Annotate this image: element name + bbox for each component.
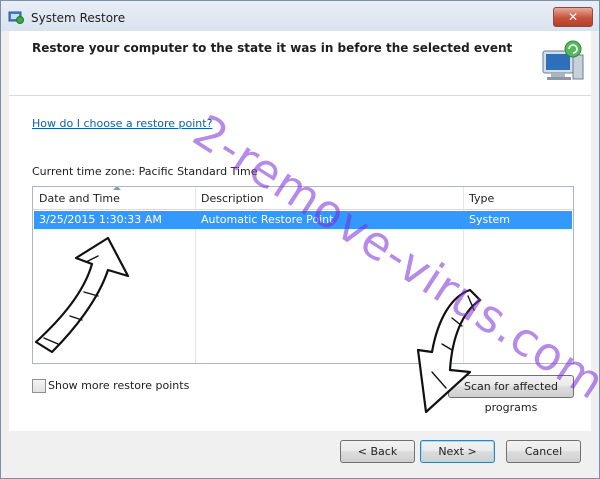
content-panel: How do I choose a restore point? Current…: [9, 96, 591, 431]
table-header: Date and Time Description Type: [33, 187, 573, 210]
column-date-and-time[interactable]: Date and Time: [39, 192, 120, 205]
show-more-checkbox[interactable]: [32, 379, 46, 393]
row-description: Automatic Restore Point: [201, 213, 334, 226]
column-type[interactable]: Type: [469, 192, 494, 205]
system-restore-icon: [8, 11, 24, 24]
cancel-button[interactable]: Cancel: [506, 440, 581, 463]
window-title: System Restore: [31, 11, 126, 25]
row-type: System: [469, 213, 511, 226]
sort-arrow-icon: [113, 187, 121, 190]
close-button[interactable]: ✕: [553, 7, 593, 27]
next-button[interactable]: Next >: [420, 440, 495, 463]
footer-panel: < Back Next > Cancel: [9, 431, 591, 471]
restore-computer-icon: [542, 40, 584, 80]
title-bar[interactable]: System Restore ✕: [1, 1, 599, 31]
close-icon: ✕: [567, 10, 579, 24]
table-row[interactable]: 3/25/2015 1:30:33 AM Automatic Restore P…: [34, 211, 572, 229]
header-panel: Restore your computer to the state it wa…: [9, 31, 591, 95]
system-restore-window: System Restore ✕ Restore your computer t…: [0, 0, 600, 479]
row-date: 3/25/2015 1:30:33 AM: [39, 213, 162, 226]
show-more-label[interactable]: Show more restore points: [48, 379, 189, 392]
restore-points-table[interactable]: Date and Time Description Type 3/25/2015…: [32, 186, 574, 364]
page-title: Restore your computer to the state it wa…: [32, 41, 513, 55]
scan-affected-programs-button[interactable]: Scan for affected programs: [448, 375, 574, 414]
column-description[interactable]: Description: [201, 192, 264, 205]
back-button[interactable]: < Back: [340, 440, 415, 463]
help-link[interactable]: How do I choose a restore point?: [32, 117, 212, 130]
timezone-label: Current time zone: Pacific Standard Time: [32, 165, 258, 178]
